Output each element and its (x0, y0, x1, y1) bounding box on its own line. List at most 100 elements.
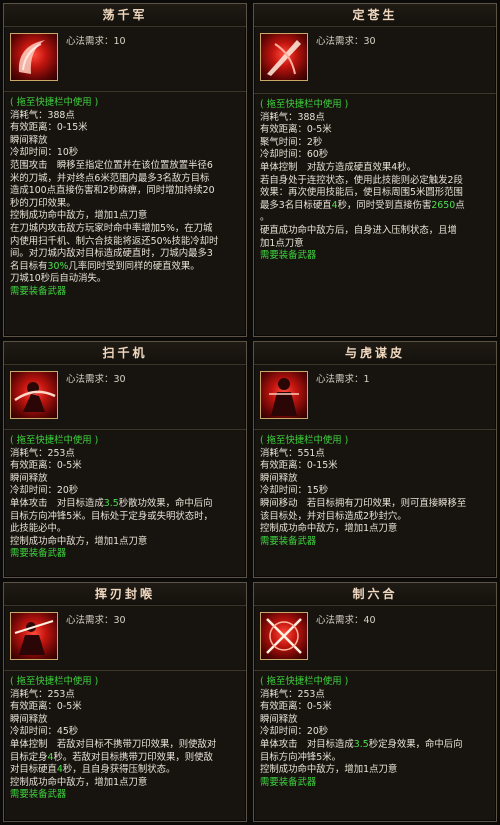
skill-stat: 冷却时间：20秒 (260, 726, 329, 738)
warrior-stance-icon[interactable] (260, 371, 308, 419)
skill-desc: 控制成功命中敌方，增加1点刀意 (10, 776, 148, 788)
skill-stat: 有效距离：0-15米 (10, 122, 88, 134)
crescent-slash-icon[interactable] (10, 33, 58, 81)
skill-card-dangqianjun: 荡千军 心法需求：10 ( 拖至快捷栏中使用 ) 消耗气：388点 有效距离：0… (3, 3, 247, 337)
skill-header: 心法需求：1 (254, 365, 496, 430)
skill-stat: 有效距离：0-5米 (260, 701, 332, 713)
throat-cut-icon[interactable] (10, 612, 58, 660)
blade-strike-icon[interactable] (260, 33, 308, 81)
skill-stat: 瞬间释放 (10, 713, 48, 725)
skill-desc: 刀城10秒后自动消失。 (10, 273, 107, 285)
skill-usage-hint: ( 拖至快捷栏中使用 ) (260, 435, 349, 446)
skill-stat: 瞬间释放 (260, 472, 298, 484)
skill-footer: 需要装备武器 (260, 535, 317, 547)
skill-header: 心法需求：30 (4, 606, 246, 671)
skill-desc: 硬直成功命中敌方后，自身进入压制状态，且增 (260, 224, 457, 236)
skill-stat: 冷却时间：45秒 (10, 726, 79, 738)
skill-desc: 。 (260, 212, 270, 224)
skill-desc: 单体攻击 对目标造成3.5秒定身效果，命中后向 (260, 738, 463, 750)
skill-stat: 冷却时间：60秒 (260, 149, 329, 161)
skill-requirement: 心法需求：40 (316, 615, 376, 626)
skill-stat: 冷却时间：10秒 (10, 147, 79, 159)
skill-desc: 对目标硬直4秒，且自身获得压制状态。 (10, 764, 176, 776)
skill-requirement: 心法需求：30 (316, 36, 376, 47)
skill-stat: 有效距离：0-15米 (260, 460, 338, 472)
skill-desc: 秒的刀印效果。 (10, 197, 76, 209)
skill-usage-hint: ( 拖至快捷栏中使用 ) (260, 676, 349, 687)
skill-desc: 在刀城内攻击敌方玩家时命中率增加5%，在刀城 (10, 222, 213, 234)
skill-card-zhiliuhe: 制六合 心法需求：40 ( 拖至快捷栏中使用 ) 消耗气：253点 有效距离：0… (253, 582, 497, 822)
skill-desc: 瞬间移动 若目标拥有刀印效果，则可直接瞬移至 (260, 497, 467, 509)
skill-footer: 需要装备武器 (10, 285, 67, 297)
crossed-blades-icon[interactable] (260, 612, 308, 660)
skill-desc: 控制成功命中敌方，增加1点刀意 (260, 764, 398, 776)
skill-title: 挥刃封喉 (4, 583, 246, 606)
skill-requirement: 心法需求：30 (66, 374, 126, 385)
skill-usage-hint: ( 拖至快捷栏中使用 ) (10, 676, 99, 687)
skill-stat: 瞬间释放 (10, 472, 48, 484)
skill-card-huirenfenghou: 挥刃封喉 心法需求：30 ( 拖至快捷栏中使用 ) 消耗气：253点 有效距离：… (3, 582, 247, 822)
skill-header: 心法需求：30 (4, 365, 246, 430)
skill-stat: 消耗气：253点 (260, 688, 325, 700)
skill-desc: 加1点刀意 (260, 237, 304, 249)
skill-requirement: 心法需求：10 (66, 36, 126, 47)
skill-usage-hint: ( 拖至快捷栏中使用 ) (260, 99, 349, 110)
skill-desc: 范围攻击 瞬移至指定位置并在该位置放置半径6 (10, 159, 213, 171)
skill-title: 定苍生 (254, 4, 496, 27)
sweep-slash-icon[interactable] (10, 371, 58, 419)
skill-desc: 单体控制 若敌对目标不携带刀印效果，则使敌对 (10, 738, 217, 750)
skill-stat: 有效距离：0-5米 (260, 124, 332, 136)
skill-stat: 瞬间释放 (260, 713, 298, 725)
skill-desc: 控制成功命中敌方，增加1点刀意 (10, 210, 148, 222)
skill-body: ( 拖至快捷栏中使用 ) 消耗气：253点 有效距离：0-5米 瞬间释放 冷却时… (4, 671, 246, 806)
skill-desc: 造成100点直接伤害和2秒麻痹，同时增加持续20 (10, 185, 215, 197)
skill-desc: 目标方向冲锋5米。目标处于定身或失明状态时， (10, 510, 213, 522)
skill-desc: 该目标处，并对目标造成2秒封穴。 (260, 510, 407, 522)
skill-stat: 消耗气：551点 (260, 447, 325, 459)
skill-body: ( 拖至快捷栏中使用 ) 消耗气：551点 有效距离：0-15米 瞬间释放 冷却… (254, 430, 496, 552)
skill-requirement: 心法需求：1 (316, 374, 370, 385)
skill-body: ( 拖至快捷栏中使用 ) 消耗气：253点 有效距离：0-5米 瞬间释放 冷却时… (4, 430, 246, 565)
skill-header: 心法需求：40 (254, 606, 496, 671)
skill-stat: 消耗气：388点 (10, 109, 75, 121)
skill-requirement: 心法需求：30 (66, 615, 126, 626)
skill-title: 与虎谋皮 (254, 342, 496, 365)
skill-stat: 消耗气：253点 (10, 447, 75, 459)
skill-footer: 需要装备武器 (260, 250, 317, 262)
skill-desc: 效果：再次使用技能后，使目标周围5米圆形范围 (260, 187, 463, 199)
skill-body: ( 拖至快捷栏中使用 ) 消耗气：388点 有效距离：0-15米 瞬间释放 冷却… (4, 92, 246, 303)
skill-body: ( 拖至快捷栏中使用 ) 消耗气：388点 有效距离：0-5米 聚气时间：2秒 … (254, 94, 496, 267)
skill-usage-hint: ( 拖至快捷栏中使用 ) (10, 435, 99, 446)
skill-stat: 瞬间释放 (10, 134, 48, 146)
skill-header: 心法需求：30 (254, 27, 496, 94)
skill-stat: 有效距离：0-5米 (10, 701, 82, 713)
skill-desc: 目标定身4秒。若敌对目标携带刀印效果，则使敌 (10, 751, 213, 763)
skill-desc: 若自身处于连控状态，使用此技能则必定触发2段 (260, 174, 463, 186)
skill-card-saoqianji: 扫千机 心法需求：30 ( 拖至快捷栏中使用 ) 消耗气：253点 有效距离：0… (3, 341, 247, 578)
skill-title: 制六合 (254, 583, 496, 606)
skill-desc: 内使用扫千机、制六合技能将返还50%技能冷却时 (10, 235, 219, 247)
skill-footer: 需要装备武器 (10, 548, 67, 560)
skill-stat: 消耗气：253点 (10, 688, 75, 700)
skill-header: 心法需求：10 (4, 27, 246, 92)
skill-body: ( 拖至快捷栏中使用 ) 消耗气：253点 有效距离：0-5米 瞬间释放 冷却时… (254, 671, 496, 793)
skill-stat: 消耗气：388点 (260, 111, 325, 123)
skill-card-dingcangsheng: 定苍生 心法需求：30 ( 拖至快捷栏中使用 ) 消耗气：388点 有效距离：0… (253, 3, 497, 337)
skill-desc: 最多3名目标硬直4秒，同时受到直接伤害2650点 (260, 199, 465, 211)
skill-stat: 冷却时间：20秒 (10, 485, 79, 497)
skill-stat: 有效距离：0-5米 (10, 460, 82, 472)
skill-footer: 需要装备武器 (260, 776, 317, 788)
skill-desc: 单体控制 对敌方造成硬直效果4秒。 (260, 161, 416, 173)
skill-desc: 米的刀城，并对终点6米范围内最多3名敌方目标 (10, 172, 210, 184)
skill-usage-hint: ( 拖至快捷栏中使用 ) (10, 97, 99, 108)
skill-desc: 控制成功命中敌方，增加1点刀意 (10, 535, 148, 547)
skill-stat: 聚气时间：2秒 (260, 136, 323, 148)
skill-desc: 名目标有30%几率同时受到同样的硬直效果。 (10, 260, 200, 272)
skill-title: 扫千机 (4, 342, 246, 365)
skill-desc: 间。对刀城内敌对目标造成硬直时，刀城内最多3 (10, 248, 213, 260)
skill-title: 荡千军 (4, 4, 246, 27)
skill-desc: 单体攻击 对目标造成3.5秒散功效果，命中后向 (10, 497, 213, 509)
skill-desc: 控制成功命中敌方，增加1点刀意 (260, 523, 398, 535)
skill-stat: 冷却时间：15秒 (260, 485, 329, 497)
skill-card-yuhumoupi: 与虎谋皮 心法需求：1 ( 拖至快捷栏中使用 ) 消耗气：551点 有效距离：0… (253, 341, 497, 578)
